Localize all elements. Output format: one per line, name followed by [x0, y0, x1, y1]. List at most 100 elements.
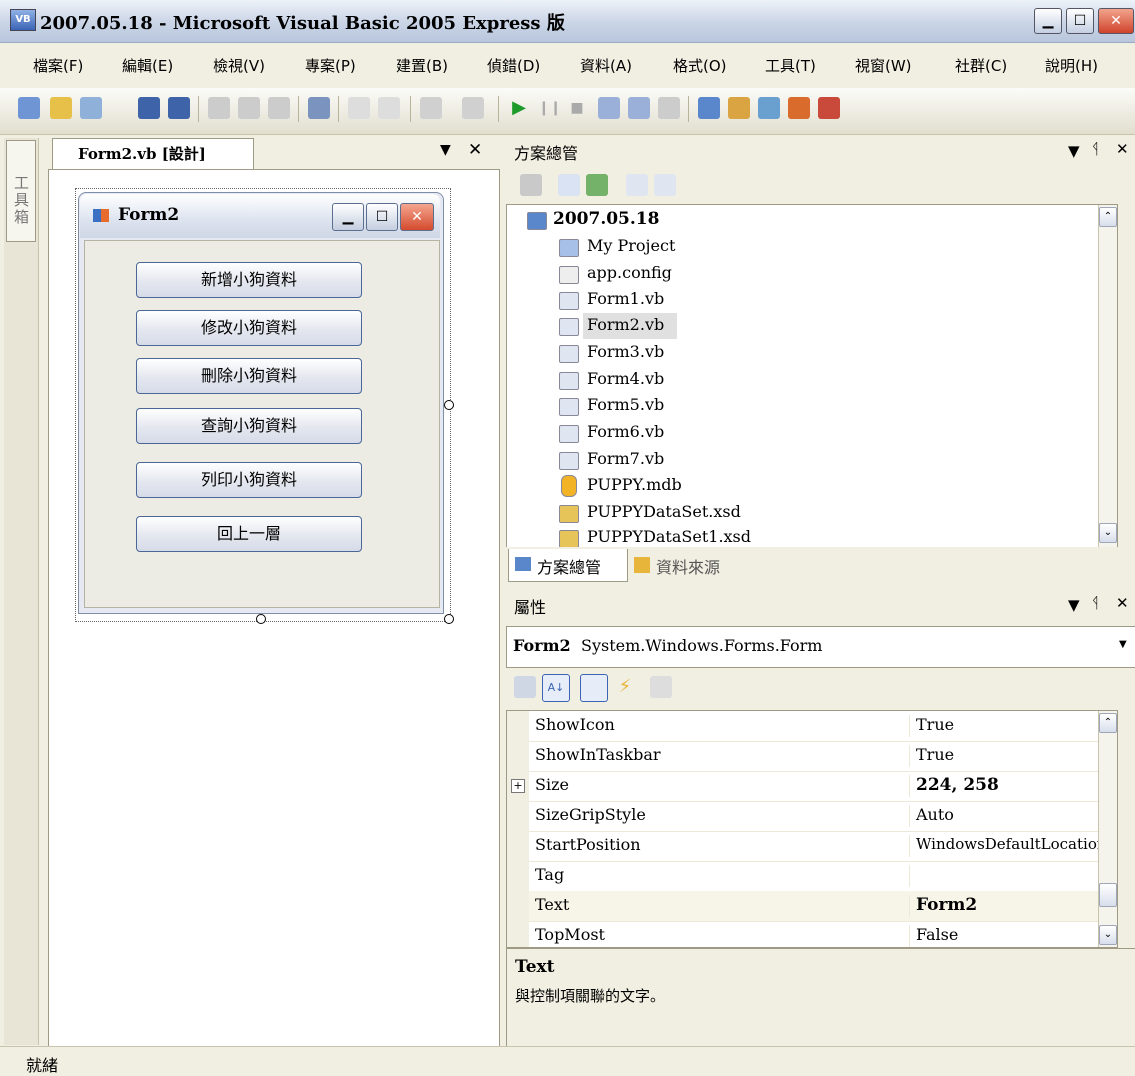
expand-plus-icon[interactable]: +	[511, 779, 525, 793]
new-project-icon[interactable]	[18, 97, 40, 119]
menu-build[interactable]: 建置(B)	[396, 55, 448, 76]
uncomment-icon[interactable]	[378, 97, 400, 119]
tree-item-puppydataset1[interactable]: PUPPYDataSet1.xsd	[507, 525, 1097, 547]
property-value[interactable]: Auto	[909, 805, 1117, 827]
property-value[interactable]: 224, 258	[909, 775, 1117, 797]
indent-icon[interactable]	[598, 97, 620, 119]
menu-debug[interactable]: 偵錯(D)	[487, 55, 540, 76]
property-row[interactable]: StartPosition WindowsDefaultLocation	[507, 831, 1117, 862]
save-icon[interactable]	[138, 97, 160, 119]
pin-icon[interactable]: ᛩ	[1091, 140, 1100, 158]
dropdown-arrow-icon[interactable]: ▼	[440, 142, 451, 158]
object-selector[interactable]: Form2 System.Windows.Forms.Form ▼	[506, 626, 1135, 668]
property-pages-icon[interactable]	[650, 676, 672, 698]
dropdown-arrow-icon[interactable]: ▼	[1119, 639, 1127, 650]
object-browser-icon[interactable]	[758, 97, 780, 119]
scroll-up-icon[interactable]: ⌃	[1099, 207, 1117, 227]
property-row[interactable]: ShowIcon True	[507, 711, 1117, 742]
events-icon[interactable]: ⚡	[614, 676, 636, 698]
menu-project[interactable]: 專案(P)	[305, 55, 356, 76]
outdent-icon[interactable]	[628, 97, 650, 119]
tree-item-form2[interactable]: Form2.vb	[507, 313, 1097, 339]
tree-root[interactable]: 2007.05.18	[507, 207, 1097, 233]
print-dog-button[interactable]: 列印小狗資料	[136, 462, 362, 498]
scroll-up-icon[interactable]: ⌃	[1099, 713, 1117, 733]
redo-icon[interactable]	[462, 97, 484, 119]
query-dog-button[interactable]: 查詢小狗資料	[136, 408, 362, 444]
tree-item-form7[interactable]: Form7.vb	[507, 447, 1097, 473]
menu-file[interactable]: 檔案(F)	[33, 55, 83, 76]
tree-item-puppydataset[interactable]: PUPPYDataSet.xsd	[507, 500, 1097, 526]
back-button[interactable]: 回上一層	[136, 516, 362, 552]
tree-item-puppy-mdb[interactable]: PUPPY.mdb	[507, 473, 1097, 499]
alphabetical-icon[interactable]: A↓	[542, 674, 570, 702]
property-value[interactable]: WindowsDefaultLocation	[909, 835, 1117, 857]
toolbox-icon[interactable]	[788, 97, 810, 119]
comment-icon[interactable]	[348, 97, 370, 119]
property-row[interactable]: SizeGripStyle Auto	[507, 801, 1117, 832]
pin-icon[interactable]: ᛩ	[1091, 594, 1100, 612]
maximize-button[interactable]: ☐	[1066, 8, 1094, 34]
resize-handle-corner[interactable]	[444, 614, 454, 624]
resize-handle-right[interactable]	[444, 400, 454, 410]
tab-solution-explorer[interactable]: 方案總管	[508, 549, 628, 582]
view-designer-icon[interactable]	[654, 174, 676, 196]
tree-item-form3[interactable]: Form3.vb	[507, 340, 1097, 366]
view-code-icon[interactable]	[626, 174, 648, 196]
tree-item-form6[interactable]: Form6.vb	[507, 420, 1097, 446]
error-list-icon[interactable]	[818, 97, 840, 119]
vb-app-icon[interactable]: VB	[10, 9, 36, 31]
dropdown-arrow-icon[interactable]: ▼	[1068, 142, 1080, 160]
menu-edit[interactable]: 編輯(E)	[122, 55, 173, 76]
add-dog-button[interactable]: 新增小狗資料	[136, 262, 362, 298]
property-row[interactable]: ShowInTaskbar True	[507, 741, 1117, 772]
categorized-icon[interactable]	[514, 676, 536, 698]
resize-handle-bottom[interactable]	[256, 614, 266, 624]
delete-dog-button[interactable]: 刪除小狗資料	[136, 358, 362, 394]
refresh-icon[interactable]	[586, 174, 608, 196]
tree-item-my-project[interactable]: My Project	[507, 234, 1097, 260]
properties-view-icon[interactable]	[580, 674, 608, 702]
tree-item-app-config[interactable]: app.config	[507, 261, 1097, 287]
property-value[interactable]: Form2	[909, 895, 1117, 917]
property-row[interactable]: + Size 224, 258	[507, 771, 1117, 802]
close-tab-icon[interactable]: ✕	[468, 140, 482, 160]
tree-item-form4[interactable]: Form4.vb	[507, 367, 1097, 393]
close-button[interactable]: ✕	[1098, 8, 1134, 34]
tree-item-form1[interactable]: Form1.vb	[507, 287, 1097, 313]
edit-dog-button[interactable]: 修改小狗資料	[136, 310, 362, 346]
open-folder-icon[interactable]	[50, 97, 72, 119]
solution-explorer-icon[interactable]	[698, 97, 720, 119]
pause-icon[interactable]: ❙❙	[538, 97, 561, 119]
menu-help[interactable]: 說明(H)	[1045, 55, 1098, 76]
start-debugging-icon[interactable]: ▶	[508, 97, 530, 119]
menu-view[interactable]: 檢視(V)	[213, 55, 265, 76]
add-item-icon[interactable]	[80, 97, 102, 119]
properties-icon[interactable]	[520, 174, 542, 196]
property-row-selected[interactable]: Text Form2	[507, 891, 1117, 922]
menu-format[interactable]: 格式(O)	[673, 55, 727, 76]
close-panel-icon[interactable]: ✕	[1116, 140, 1129, 158]
scroll-down-icon[interactable]: ⌄	[1099, 523, 1117, 543]
copy-icon[interactable]	[238, 97, 260, 119]
scroll-thumb[interactable]	[1099, 883, 1117, 907]
menu-window[interactable]: 視窗(W)	[855, 55, 912, 76]
menu-tools[interactable]: 工具(T)	[765, 55, 816, 76]
save-all-icon[interactable]	[168, 97, 190, 119]
minimize-button[interactable]: ▁	[1034, 8, 1062, 34]
undo-icon[interactable]	[420, 97, 442, 119]
property-row[interactable]: TopMost False	[507, 921, 1117, 947]
property-row[interactable]: Tag	[507, 861, 1117, 892]
property-value[interactable]: True	[909, 745, 1117, 767]
property-value[interactable]: True	[909, 715, 1117, 737]
menu-community[interactable]: 社群(C)	[955, 55, 1007, 76]
menu-data[interactable]: 資料(A)	[580, 55, 632, 76]
show-all-files-icon[interactable]	[558, 174, 580, 196]
property-scrollbar[interactable]: ⌃ ⌄	[1098, 711, 1117, 947]
properties-window-icon[interactable]	[728, 97, 750, 119]
tree-item-form5[interactable]: Form5.vb	[507, 393, 1097, 419]
close-panel-icon[interactable]: ✕	[1116, 594, 1129, 612]
dropdown-arrow-icon[interactable]: ▼	[1068, 596, 1080, 614]
find-icon[interactable]	[308, 97, 330, 119]
bookmark-icon[interactable]	[658, 97, 680, 119]
